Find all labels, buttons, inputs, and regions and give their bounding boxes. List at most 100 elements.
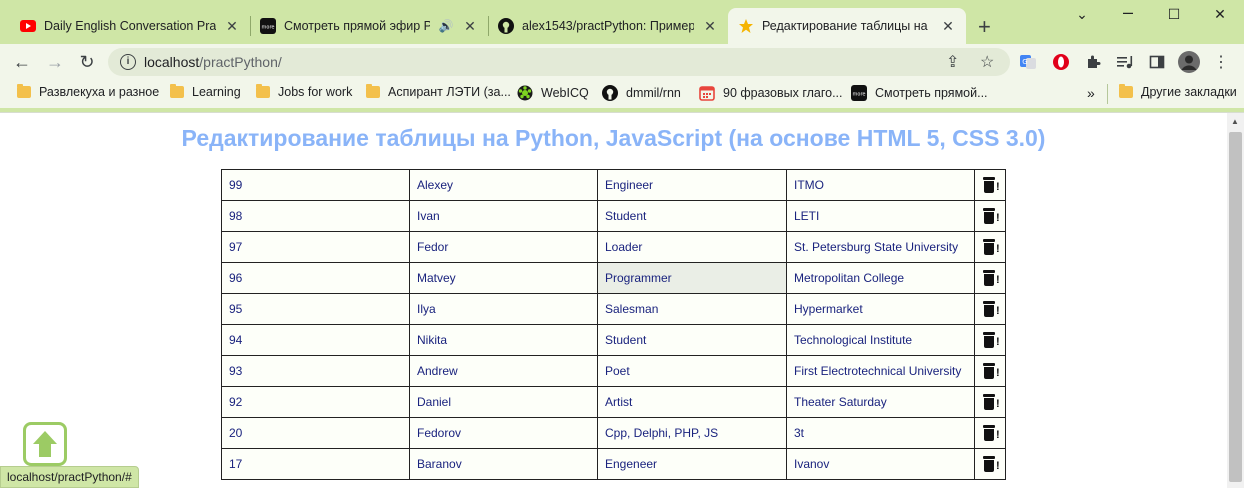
folder-icon [17, 84, 31, 98]
tab-close-icon[interactable]: ✕ [940, 18, 956, 35]
vertical-scrollbar[interactable]: ▲ [1227, 113, 1244, 488]
delete-row-trash-icon[interactable]: ! [983, 332, 1000, 348]
forward-arrow-icon[interactable]: → [44, 51, 66, 73]
tab-close-icon[interactable]: ✕ [224, 18, 240, 35]
window-close-icon[interactable]: ✕ [1210, 6, 1230, 23]
opera-extension-icon[interactable] [1051, 52, 1071, 72]
delete-row-trash-icon[interactable]: ! [983, 270, 1000, 286]
id-cell[interactable]: 92 [221, 386, 410, 418]
tab-close-icon[interactable]: ✕ [702, 18, 718, 35]
back-arrow-icon[interactable]: ← [11, 51, 33, 73]
address-bar[interactable]: i localhost/practPython/ ⇪ ☆ [108, 48, 1010, 76]
job-cell[interactable]: Salesman [597, 293, 787, 325]
profile-avatar[interactable] [1178, 51, 1200, 73]
bookmark-link[interactable]: WebICQ [517, 85, 589, 101]
bookmark-folder[interactable]: Jobs for work [256, 84, 352, 99]
site-info-icon[interactable]: i [120, 54, 136, 70]
scroll-to-top-button[interactable] [23, 422, 67, 466]
speaker-icon[interactable]: 🔊 [438, 18, 454, 34]
name-cell[interactable]: Daniel [409, 386, 598, 418]
bookmark-label: Смотреть прямой... [875, 86, 988, 100]
job-cell[interactable]: Artist [597, 386, 787, 418]
id-cell[interactable]: 98 [221, 200, 410, 232]
name-cell[interactable]: Ilya [409, 293, 598, 325]
other-bookmarks-folder[interactable]: Другие закладки [1119, 84, 1237, 99]
delete-row-trash-icon[interactable]: ! [983, 177, 1000, 193]
place-cell[interactable]: LETI [786, 200, 975, 232]
bookmarks-divider [1107, 84, 1108, 104]
delete-row-trash-icon[interactable]: ! [983, 425, 1000, 441]
place-cell[interactable]: 3t [786, 417, 975, 449]
tab-close-icon[interactable]: ✕ [462, 18, 478, 35]
place-cell[interactable]: ITMO [786, 169, 975, 201]
delete-cell: ! [974, 262, 1006, 294]
tab-youtube[interactable]: Daily English Conversation Practic ✕ [10, 8, 250, 44]
job-cell[interactable]: Student [597, 200, 787, 232]
place-cell[interactable]: First Electrotechnical University [786, 355, 975, 387]
job-cell[interactable]: Programmer [597, 262, 787, 294]
delete-row-trash-icon[interactable]: ! [983, 301, 1000, 317]
place-cell[interactable]: Technological Institute [786, 324, 975, 356]
job-cell[interactable]: Engineer [597, 169, 787, 201]
id-cell[interactable]: 94 [221, 324, 410, 356]
bookmark-link[interactable]: dmmil/rnn [602, 85, 681, 101]
name-cell[interactable]: Baranov [409, 448, 598, 480]
reload-icon[interactable]: ↻ [76, 51, 98, 73]
job-cell[interactable]: Engeneer [597, 448, 787, 480]
id-cell[interactable]: 20 [221, 417, 410, 449]
delete-row-trash-icon[interactable]: ! [983, 394, 1000, 410]
scrollbar-thumb[interactable] [1229, 132, 1242, 482]
place-cell[interactable]: Hypermarket [786, 293, 975, 325]
media-playlist-icon[interactable] [1115, 52, 1135, 72]
place-cell[interactable]: Metropolitan College [786, 262, 975, 294]
new-tab-icon[interactable]: + [978, 14, 991, 40]
name-cell[interactable]: Andrew [409, 355, 598, 387]
job-cell[interactable]: Poet [597, 355, 787, 387]
job-cell[interactable]: Student [597, 324, 787, 356]
side-panel-icon[interactable] [1147, 52, 1167, 72]
name-cell[interactable]: Fedorov [409, 417, 598, 449]
delete-row-trash-icon[interactable]: ! [983, 456, 1000, 472]
extensions-puzzle-icon[interactable] [1083, 52, 1103, 72]
more-menu-icon[interactable]: ⋮ [1211, 52, 1231, 72]
more-tv-icon: more [260, 18, 276, 34]
bookmarks-overflow-icon[interactable]: » [1087, 85, 1095, 101]
bookmark-link[interactable]: more Смотреть прямой... [851, 85, 988, 101]
tab-more-tv[interactable]: more Смотреть прямой эфир Рен 🔊 ✕ [250, 8, 488, 44]
id-cell[interactable]: 95 [221, 293, 410, 325]
id-cell[interactable]: 97 [221, 231, 410, 263]
maximize-icon[interactable]: ☐ [1164, 6, 1184, 23]
tab-search-chevron-icon[interactable]: ⌄ [1072, 6, 1092, 23]
name-cell[interactable]: Matvey [409, 262, 598, 294]
id-cell[interactable]: 17 [221, 448, 410, 480]
share-icon[interactable]: ⇪ [946, 52, 959, 72]
bookmark-link[interactable]: 90 фразовых глаго... [699, 85, 843, 101]
id-cell[interactable]: 99 [221, 169, 410, 201]
delete-row-trash-icon[interactable]: ! [983, 363, 1000, 379]
address-url[interactable]: localhost/practPython/ [144, 54, 282, 70]
table-row: 92 Daniel Artist Theater Saturday! [221, 386, 1006, 418]
bookmark-folder[interactable]: Аспирант ЛЭТИ (за... [366, 84, 511, 99]
tab-active-page[interactable]: Редактирование таблицы на Py ✕ [728, 8, 966, 44]
job-cell[interactable]: Cpp, Delphi, PHP, JS [597, 417, 787, 449]
place-cell[interactable]: Theater Saturday [786, 386, 975, 418]
delete-row-trash-icon[interactable]: ! [983, 208, 1000, 224]
name-cell[interactable]: Alexey [409, 169, 598, 201]
bookmark-folder[interactable]: Развлекуха и разное [17, 84, 159, 99]
place-cell[interactable]: Ivanov [786, 448, 975, 480]
translate-extension-icon[interactable]: G [1018, 52, 1038, 72]
id-cell[interactable]: 96 [221, 262, 410, 294]
id-cell[interactable]: 93 [221, 355, 410, 387]
name-cell[interactable]: Fedor [409, 231, 598, 263]
tab-github[interactable]: alex1543/practPython: Пример w ✕ [488, 8, 728, 44]
delete-row-trash-icon[interactable]: ! [983, 239, 1000, 255]
bookmark-label: WebICQ [541, 86, 589, 100]
bookmark-folder[interactable]: Learning [170, 84, 241, 99]
job-cell[interactable]: Loader [597, 231, 787, 263]
name-cell[interactable]: Ivan [409, 200, 598, 232]
minimize-icon[interactable]: – [1118, 2, 1138, 23]
scroll-up-arrow-icon[interactable]: ▲ [1231, 117, 1239, 126]
place-cell[interactable]: St. Petersburg State University [786, 231, 975, 263]
bookmark-star-icon[interactable]: ☆ [980, 52, 994, 72]
name-cell[interactable]: Nikita [409, 324, 598, 356]
